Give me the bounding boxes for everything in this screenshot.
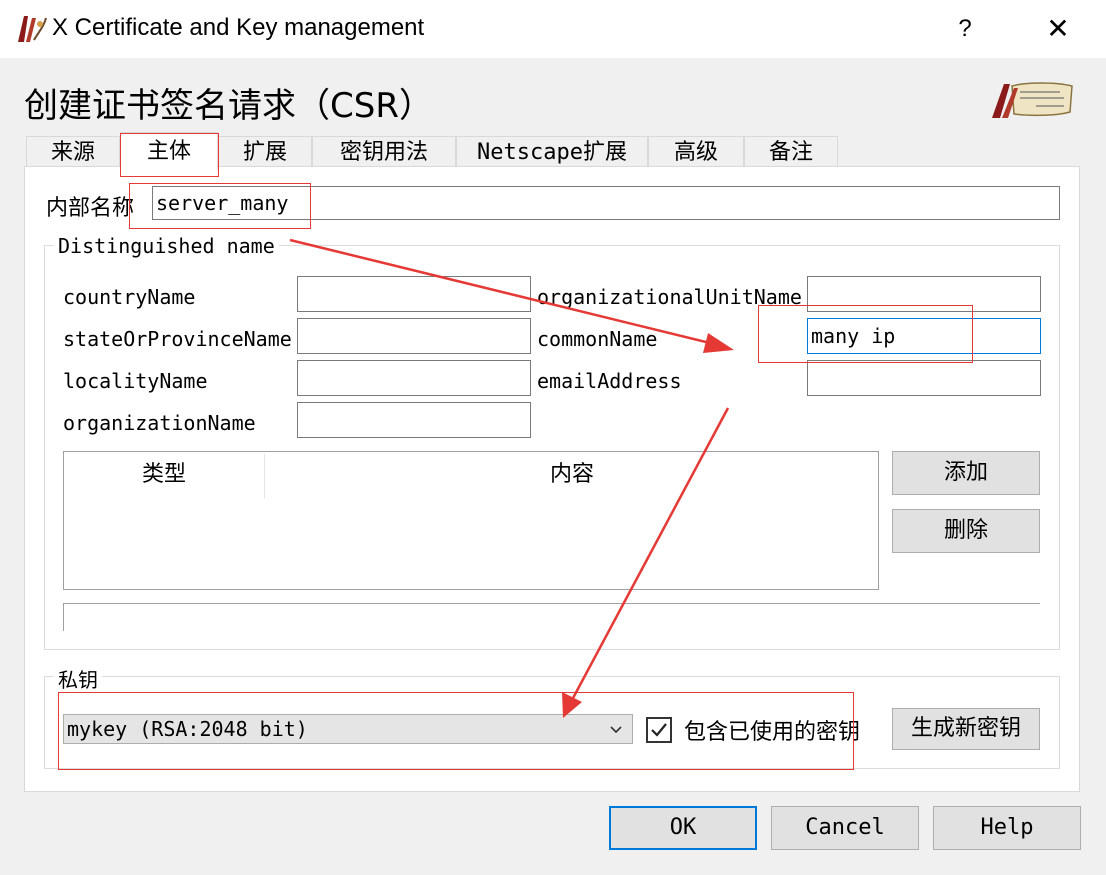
tab-key-usage[interactable]: 密钥用法 — [312, 136, 456, 168]
certificate-scroll-icon — [986, 78, 1078, 122]
table-header-type[interactable]: 类型 — [64, 452, 264, 498]
email-address-label: emailAddress — [537, 369, 682, 393]
organizational-unit-label: organizationalUnitName — [537, 285, 802, 309]
context-help-button[interactable]: ? — [940, 6, 990, 52]
dialog-heading: 创建证书签名请求（CSR） — [24, 86, 433, 126]
tab-subject[interactable]: 主体 — [120, 132, 218, 170]
app-logo-icon — [14, 12, 48, 46]
horizontal-scrollbar[interactable] — [63, 603, 1040, 631]
table-header-content[interactable]: 内容 — [265, 452, 879, 498]
cancel-button[interactable]: Cancel — [771, 806, 919, 850]
chevron-down-icon — [610, 726, 622, 734]
tab-advanced[interactable]: 高级 — [648, 136, 744, 168]
delete-button[interactable]: 删除 — [892, 509, 1040, 553]
internal-name-label: 内部名称 — [46, 196, 135, 221]
distinguished-name-title: Distinguished name — [54, 234, 279, 258]
common-name-input[interactable]: many ip — [807, 318, 1041, 354]
organization-name-label: organizationName — [63, 411, 256, 435]
tab-source[interactable]: 来源 — [26, 136, 120, 168]
private-key-select-value: mykey (RSA:2048 bit) — [67, 717, 308, 741]
ok-button[interactable]: OK — [609, 806, 757, 850]
organization-name-input[interactable] — [297, 402, 531, 438]
add-button[interactable]: 添加 — [892, 451, 1040, 495]
close-button[interactable]: ✕ — [1030, 6, 1086, 52]
private-key-title: 私钥 — [54, 664, 102, 693]
help-button[interactable]: Help — [933, 806, 1081, 850]
tab-netscape-extensions[interactable]: Netscape扩展 — [456, 136, 648, 168]
tab-comment[interactable]: 备注 — [744, 136, 838, 168]
generate-new-key-button[interactable]: 生成新密钥 — [892, 708, 1040, 750]
include-used-keys-checkbox[interactable] — [646, 717, 672, 743]
private-key-select[interactable]: mykey (RSA:2048 bit) — [63, 714, 633, 744]
locality-name-input[interactable] — [297, 360, 531, 396]
locality-name-label: localityName — [63, 369, 208, 393]
organizational-unit-input[interactable] — [807, 276, 1041, 312]
country-name-input[interactable] — [297, 276, 531, 312]
common-name-label: commonName — [537, 327, 658, 351]
include-used-keys-label[interactable]: 包含已使用的密钥 — [684, 714, 860, 746]
tab-extensions[interactable]: 扩展 — [218, 136, 312, 168]
checkmark-icon — [651, 723, 667, 737]
state-province-label: stateOrProvinceName — [63, 327, 292, 351]
extra-dn-table[interactable]: 类型 内容 — [63, 451, 879, 590]
email-address-input[interactable] — [807, 360, 1041, 396]
state-province-input[interactable] — [297, 318, 531, 354]
internal-name-input[interactable]: server_many — [152, 186, 1060, 220]
window-title: X Certificate and Key management — [52, 14, 425, 41]
country-name-label: countryName — [63, 285, 196, 309]
